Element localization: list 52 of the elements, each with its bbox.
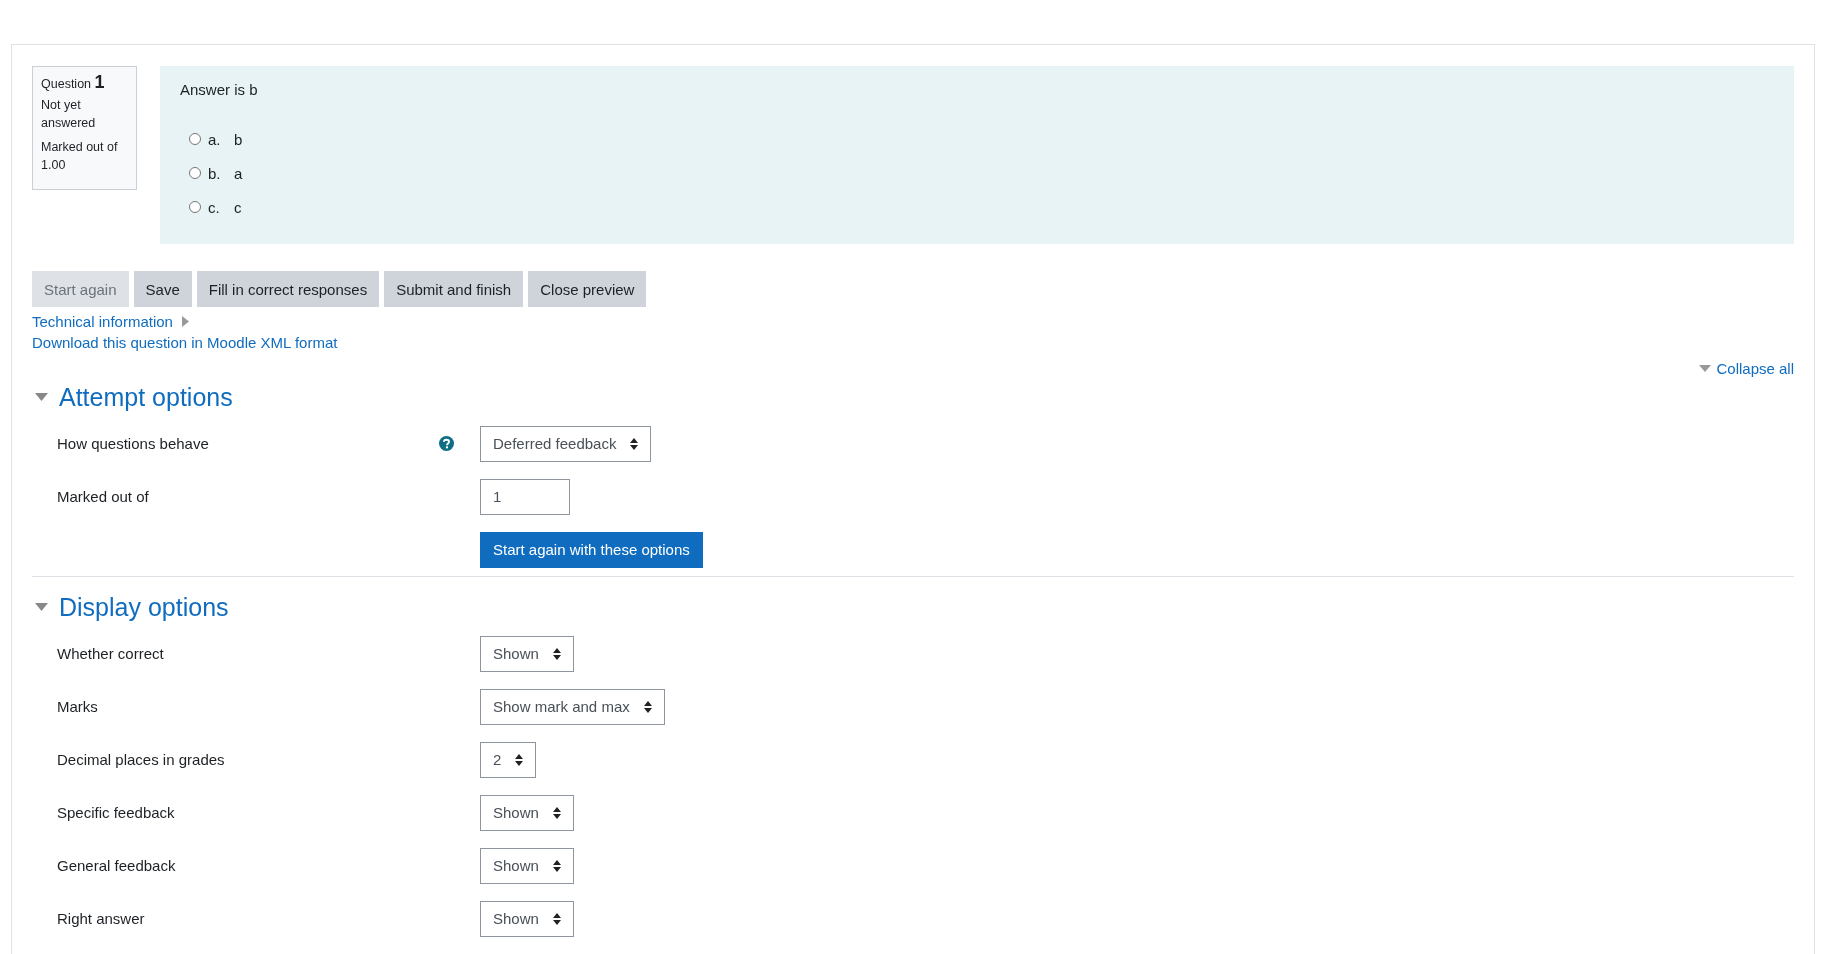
- field-label: Marks: [57, 698, 98, 715]
- field-label: How questions behave: [57, 435, 209, 452]
- collapse-all-link[interactable]: Collapse all: [1699, 360, 1794, 377]
- option-letter: a.: [208, 130, 222, 148]
- field-label: Right answer: [57, 910, 145, 927]
- expand-arrow-icon[interactable]: [181, 316, 189, 327]
- dropdown-select[interactable]: Shown: [480, 794, 574, 831]
- sort-arrows-icon: [552, 859, 561, 872]
- download-xml-link[interactable]: Download this question in Moodle XML format: [32, 334, 1794, 351]
- field-label: Marked out of: [57, 488, 149, 505]
- help-icon[interactable]: [439, 436, 454, 451]
- option-text: b: [234, 130, 243, 148]
- sort-arrows-icon: [630, 437, 639, 450]
- sort-arrows-icon: [515, 753, 524, 766]
- option-letter: b.: [208, 164, 222, 182]
- field-label: Specific feedback: [57, 804, 175, 821]
- option-text: c: [234, 198, 242, 216]
- option-text: a: [234, 164, 243, 182]
- question-label: Question: [41, 77, 92, 91]
- radio-button[interactable]: [189, 167, 201, 179]
- dropdown-select[interactable]: Show mark and max: [480, 688, 665, 725]
- question-number: 1: [94, 72, 105, 92]
- sort-arrows-icon: [552, 806, 561, 819]
- field-label: Whether correct: [57, 645, 164, 662]
- question-grade: Marked out of 1.00: [41, 139, 119, 174]
- action-button[interactable]: Submit and finish: [384, 271, 524, 307]
- caret-icon[interactable]: [35, 393, 48, 401]
- field-label: General feedback: [57, 857, 176, 874]
- sort-arrows-icon: [643, 700, 652, 713]
- dropdown-select[interactable]: Shown: [480, 635, 574, 672]
- dropdown-select[interactable]: Deferred feedback: [480, 425, 652, 462]
- dropdown-select[interactable]: Shown: [480, 900, 574, 937]
- start-again-options-button[interactable]: Start again with these options: [480, 531, 703, 568]
- dropdown-select[interactable]: Shown: [480, 847, 574, 884]
- question-text: Answer is b: [180, 80, 259, 100]
- field-label: Decimal places in grades: [57, 751, 225, 768]
- technical-information-link[interactable]: Technical information: [32, 313, 173, 330]
- option-letter: c.: [208, 198, 221, 216]
- section-heading[interactable]: Attempt options: [59, 382, 233, 412]
- radio-button[interactable]: [189, 201, 201, 213]
- question-state: Not yet answered: [41, 97, 97, 132]
- sort-arrows-icon: [552, 912, 561, 925]
- action-button[interactable]: Close preview: [528, 271, 647, 307]
- radio-button[interactable]: [189, 133, 201, 145]
- sort-arrows-icon: [552, 647, 561, 660]
- section-heading[interactable]: Display options: [59, 592, 229, 622]
- input-field[interactable]: 1: [480, 478, 570, 515]
- caret-icon: [1699, 365, 1712, 372]
- caret-icon[interactable]: [35, 603, 48, 611]
- action-button[interactable]: Fill in correct responses: [196, 271, 380, 307]
- action-button[interactable]: Save: [133, 271, 192, 307]
- dropdown-select[interactable]: 2: [480, 741, 537, 778]
